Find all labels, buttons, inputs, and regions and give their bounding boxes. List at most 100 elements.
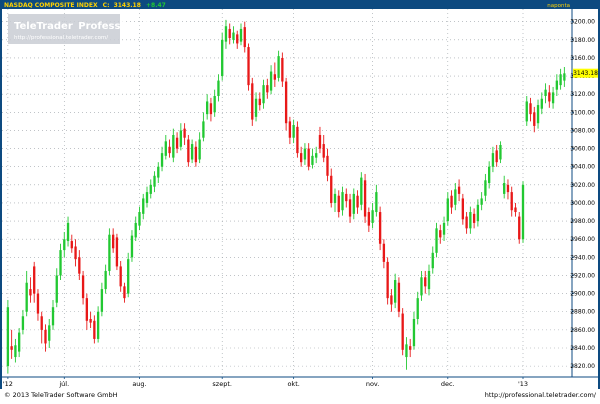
candle-body-down <box>533 112 536 126</box>
candle-body-up <box>6 307 10 367</box>
candle-body-down <box>363 180 367 217</box>
candle-body-up <box>277 56 280 78</box>
candle-body-up <box>416 298 419 319</box>
y-tick-label: 3020.00 <box>570 182 595 189</box>
candle-body-up <box>172 134 175 158</box>
candle-body-up <box>360 177 363 205</box>
candle-body-up <box>480 198 483 205</box>
candle-body-up <box>315 153 318 158</box>
candle-body-down <box>330 175 333 203</box>
candle-body-up <box>232 32 235 40</box>
candle-body-down <box>111 234 115 249</box>
y-tick-label: 2880.00 <box>570 309 595 316</box>
candle-body-down <box>284 81 288 124</box>
candle-body-down <box>85 298 89 321</box>
change-value: +8.47 <box>146 2 166 9</box>
candle-body-down <box>123 286 126 299</box>
y-tick-label: 2960.00 <box>570 236 595 243</box>
candle-body-down <box>390 295 393 305</box>
candle-body-down <box>518 216 521 240</box>
y-tick-label: 3080.00 <box>570 127 595 134</box>
candle-body-down <box>386 261 389 299</box>
candle-body-down <box>299 153 303 163</box>
candle-body-down <box>326 155 329 176</box>
candle-body-up <box>427 270 431 290</box>
candle-body-down <box>382 243 386 262</box>
candle-body-down <box>194 146 198 163</box>
candle-body-up <box>420 277 423 296</box>
x-tick-label: szept. <box>212 380 232 388</box>
candle-body-up <box>138 212 141 226</box>
candle-body-down <box>209 103 213 115</box>
candle-body-up <box>292 125 295 138</box>
candle-body-up <box>551 92 555 104</box>
interval-label: napontа <box>547 3 570 9</box>
candle-body-down <box>288 121 292 138</box>
candle-body-up <box>96 311 100 339</box>
x-tick-label: dec. <box>441 380 455 388</box>
candle-body-up <box>48 325 51 341</box>
y-tick-label: 2920.00 <box>570 272 595 279</box>
candle-body-down <box>409 346 412 350</box>
y-tick-label: 3040.00 <box>570 164 595 171</box>
chart-window: 2820.00 2840.00 2860.00 2880.00 2900.00 2920.… <box>0 0 600 400</box>
candle-body-up <box>521 184 525 240</box>
candle-body-down <box>243 27 246 48</box>
candle-body-up <box>303 148 307 160</box>
candle-body-down <box>168 146 171 154</box>
candle-body-down <box>236 34 239 44</box>
candle-body-up <box>352 193 355 214</box>
candle-body-up <box>333 193 337 203</box>
candle-body-up <box>66 222 70 242</box>
candle-body-up <box>108 234 111 271</box>
y-tick-label: 2980.00 <box>570 218 595 225</box>
y-tick-label: 2840.00 <box>570 345 595 352</box>
candle-body-down <box>266 85 269 93</box>
candle-body-up <box>525 101 528 122</box>
candle-body-down <box>307 148 310 167</box>
candle-body-up <box>205 101 209 115</box>
candle-body-up <box>198 139 201 160</box>
candle-body-down <box>93 320 96 339</box>
candle-body-down <box>29 289 32 296</box>
x-tick-label: okt. <box>287 380 299 388</box>
candle-body-up <box>190 144 194 160</box>
x-axis-panel <box>2 377 598 389</box>
candle-body-up <box>393 280 397 303</box>
candle-body-up <box>476 204 480 222</box>
candle-body-up <box>157 166 160 178</box>
candle-body-up <box>412 318 416 347</box>
candle-body-up <box>21 316 25 330</box>
candle-body-down <box>296 126 299 154</box>
candle-body-up <box>17 332 21 352</box>
last-price-tag: 3143.18 <box>573 68 598 78</box>
candle-body-down <box>44 329 47 344</box>
watermark-brand: TeleTrader Professional <box>14 21 148 32</box>
y-tick-label: 3200.00 <box>570 19 595 26</box>
y-tick-label: 2900.00 <box>570 291 595 298</box>
candle-body-up <box>160 153 164 167</box>
candle-body-up <box>202 121 205 138</box>
candle-body-up <box>262 85 265 104</box>
candle-body-up <box>221 39 224 77</box>
candle-body-down <box>457 186 461 194</box>
candle-body-down <box>401 313 404 350</box>
candle-body-up <box>431 252 434 269</box>
watermark-brand-a: TeleTrader <box>14 21 73 32</box>
candle-body-down <box>228 28 231 39</box>
candle-body-down <box>450 195 453 208</box>
candle-body-down <box>397 282 401 312</box>
candle-body-up <box>51 307 55 326</box>
candle-body-up <box>503 183 506 194</box>
candle-body-up <box>63 239 66 251</box>
candle-body-down <box>258 98 261 106</box>
candle-body-up <box>130 235 134 258</box>
candle-body-up <box>127 259 130 294</box>
candle-body-down <box>378 212 382 244</box>
candle-body-up <box>55 275 58 303</box>
candle-body-down <box>465 216 468 229</box>
candle-body-down <box>251 83 254 120</box>
y-tick-label: 3120.00 <box>570 91 595 98</box>
candle-body-up <box>536 105 540 124</box>
y-tick-label: 2940.00 <box>570 254 595 261</box>
